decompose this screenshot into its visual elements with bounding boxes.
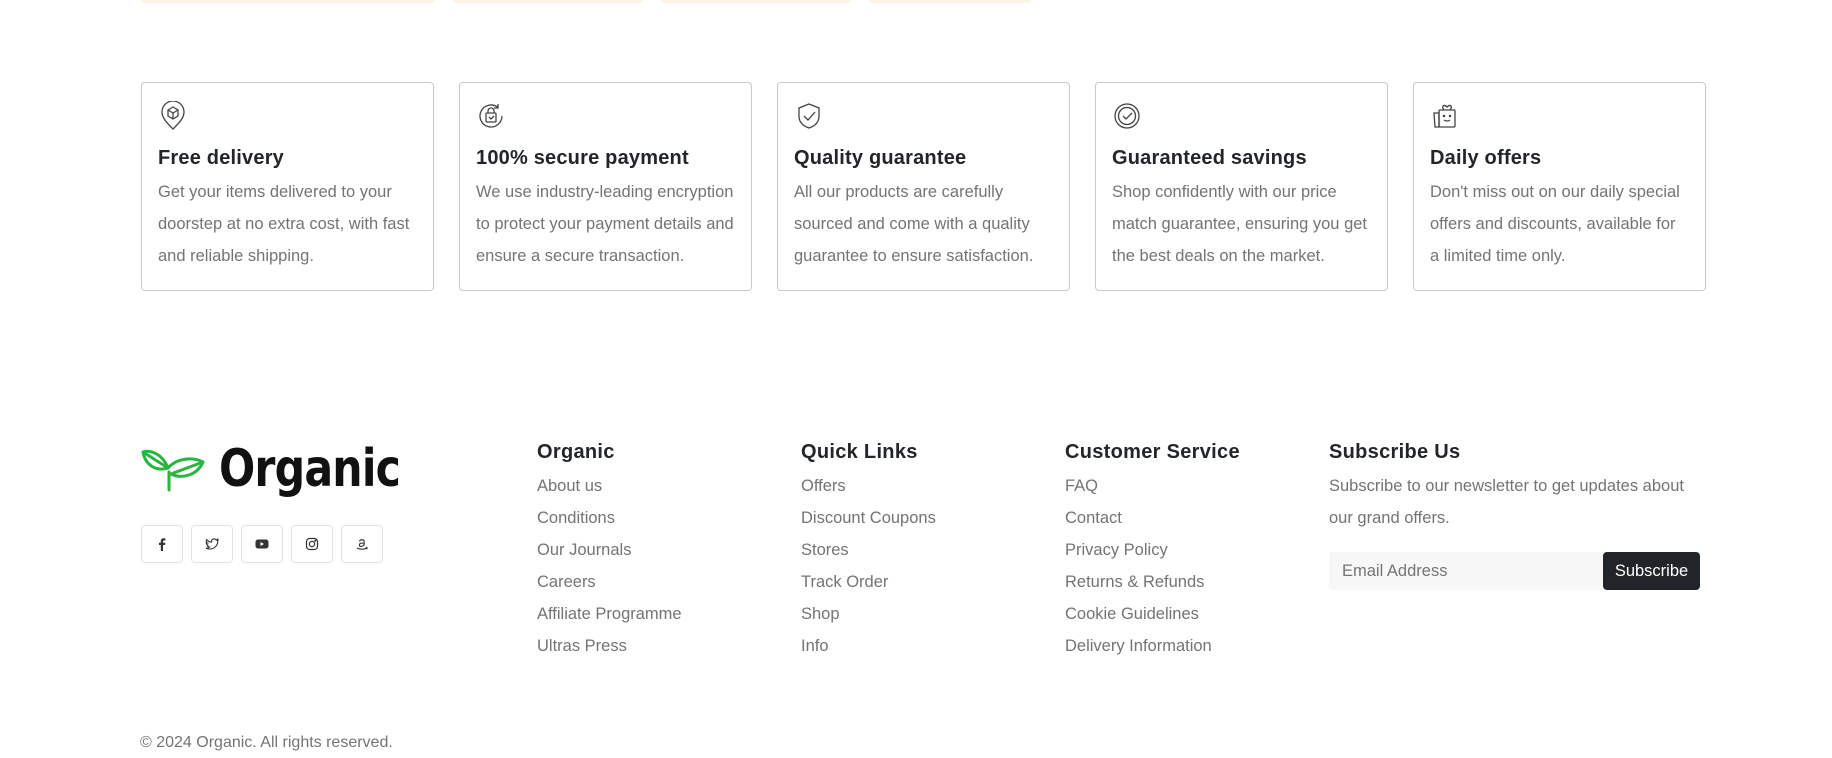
footer-link[interactable]: Track Order bbox=[801, 566, 936, 598]
footer-link[interactable]: Discount Coupons bbox=[801, 502, 936, 534]
feature-title: 100% secure payment bbox=[476, 147, 689, 169]
twitter-link[interactable] bbox=[191, 525, 233, 563]
youtube-icon bbox=[255, 539, 269, 549]
footer-link[interactable]: Our Journals bbox=[537, 534, 682, 566]
twitter-icon bbox=[205, 538, 219, 550]
subscribe-description: Subscribe to our newsletter to get updat… bbox=[1329, 477, 1684, 527]
feature-card-quality-guarantee: Quality guarantee All our products are c… bbox=[777, 82, 1070, 291]
shield-check-icon bbox=[794, 101, 824, 131]
feature-title: Daily offers bbox=[1430, 147, 1542, 169]
footer-link[interactable]: Contact bbox=[1065, 502, 1240, 534]
brand-name: Organic bbox=[219, 439, 401, 499]
secure-bag-icon bbox=[476, 101, 506, 131]
column-title: Organic bbox=[537, 441, 615, 463]
footer-column-organic: Organic About us Conditions Our Journals… bbox=[537, 440, 682, 662]
category-strip bbox=[661, 0, 851, 3]
instagram-icon bbox=[305, 537, 319, 551]
feature-text: All our products are carefully sourced a… bbox=[794, 183, 1034, 265]
footer-column-subscribe: Subscribe Us Subscribe to our newsletter… bbox=[1329, 440, 1709, 590]
footer-link[interactable]: Info bbox=[801, 630, 936, 662]
feature-text: Shop confidently with our price match gu… bbox=[1112, 183, 1368, 265]
instagram-link[interactable] bbox=[291, 525, 333, 563]
column-title: Subscribe Us bbox=[1329, 441, 1461, 463]
copyright-text: © 2024 Organic. All rights reserved. bbox=[140, 734, 393, 751]
feature-title: Guaranteed savings bbox=[1112, 147, 1307, 169]
leaf-icon bbox=[141, 449, 205, 492]
footer-column-customer-service: Customer Service FAQ Contact Privacy Pol… bbox=[1065, 440, 1240, 662]
facebook-icon bbox=[159, 538, 166, 551]
footer-link[interactable]: Affiliate Programme bbox=[537, 598, 682, 630]
category-strip bbox=[141, 0, 435, 3]
footer-link[interactable]: Shop bbox=[801, 598, 936, 630]
column-title: Customer Service bbox=[1065, 441, 1240, 463]
footer-link[interactable]: Privacy Policy bbox=[1065, 534, 1240, 566]
footer-link[interactable]: Returns & Refunds bbox=[1065, 566, 1240, 598]
feature-text: Get your items delivered to your doorste… bbox=[158, 183, 410, 265]
feature-text: We use industry-leading encryption to pr… bbox=[476, 183, 734, 265]
category-strip bbox=[453, 0, 643, 3]
social-links bbox=[141, 525, 383, 563]
email-input[interactable] bbox=[1329, 552, 1603, 590]
youtube-link[interactable] bbox=[241, 525, 283, 563]
amazon-icon bbox=[356, 539, 368, 550]
footer-link[interactable]: Stores bbox=[801, 534, 936, 566]
feature-card-secure-payment: 100% secure payment We use industry-lead… bbox=[459, 82, 752, 291]
footer-link[interactable]: Conditions bbox=[537, 502, 682, 534]
feature-card-guaranteed-savings: Guaranteed savings Shop confidently with… bbox=[1095, 82, 1388, 291]
feature-title: Quality guarantee bbox=[794, 147, 967, 169]
amazon-link[interactable] bbox=[341, 525, 383, 563]
category-strip bbox=[869, 0, 1031, 3]
footer-link[interactable]: Ultras Press bbox=[537, 630, 682, 662]
footer-link[interactable]: Careers bbox=[537, 566, 682, 598]
check-circle-icon bbox=[1112, 101, 1142, 131]
feature-text: Don't miss out on our daily special offe… bbox=[1430, 183, 1680, 265]
column-title: Quick Links bbox=[801, 441, 918, 463]
footer-link[interactable]: About us bbox=[537, 470, 682, 502]
brand-logo[interactable]: Organic bbox=[141, 440, 440, 498]
feature-card-daily-offers: Daily offers Don't miss out on our daily… bbox=[1413, 82, 1706, 291]
package-pin-icon bbox=[158, 100, 188, 131]
subscribe-button[interactable]: Subscribe bbox=[1603, 552, 1700, 590]
gift-icon bbox=[1430, 101, 1460, 131]
feature-card-free-delivery: Free delivery Get your items delivered t… bbox=[141, 82, 434, 291]
footer-link[interactable]: Offers bbox=[801, 470, 936, 502]
footer-column-quick-links: Quick Links Offers Discount Coupons Stor… bbox=[801, 440, 936, 662]
feature-title: Free delivery bbox=[158, 147, 285, 169]
subscribe-form: Subscribe bbox=[1329, 552, 1700, 590]
footer-link[interactable]: Delivery Information bbox=[1065, 630, 1240, 662]
facebook-link[interactable] bbox=[141, 525, 183, 563]
footer-link[interactable]: FAQ bbox=[1065, 470, 1240, 502]
footer-link[interactable]: Cookie Guidelines bbox=[1065, 598, 1240, 630]
